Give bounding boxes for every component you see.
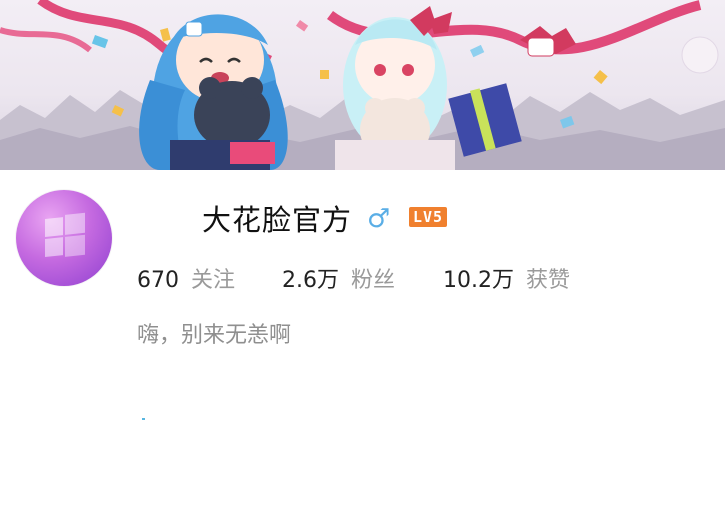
stat-followers[interactable]: 2.6万 粉丝 xyxy=(282,264,395,299)
profile-name: 大花脸官方 xyxy=(202,203,353,237)
stat-value: 670 xyxy=(137,268,179,293)
stat-label: 获赞 xyxy=(526,268,571,293)
stat-value: 10.2万 xyxy=(443,268,514,293)
level-badge: LV5 xyxy=(409,207,448,227)
banner-artwork xyxy=(0,0,725,170)
stat-label: 粉丝 xyxy=(351,268,396,293)
profile-card: 大花脸官方 ♂ LV5 670 关注 2.6万 粉丝 10.2万 获赞 嗨，别来无恙啊 xyxy=(0,0,725,510)
profile-bio: 嗨，别来无恙啊 xyxy=(137,323,292,348)
stat-likes[interactable]: 10.2万 获赞 xyxy=(443,264,570,299)
stat-value: 2.6万 xyxy=(282,268,339,293)
avatar[interactable] xyxy=(16,190,112,286)
windows-logo-icon xyxy=(45,212,85,257)
stat-label: 关注 xyxy=(191,268,236,293)
male-icon: ♂ xyxy=(367,204,391,234)
profile-banner xyxy=(0,0,725,170)
decorative-dot xyxy=(142,418,145,420)
stat-following[interactable]: 670 关注 xyxy=(137,264,235,299)
